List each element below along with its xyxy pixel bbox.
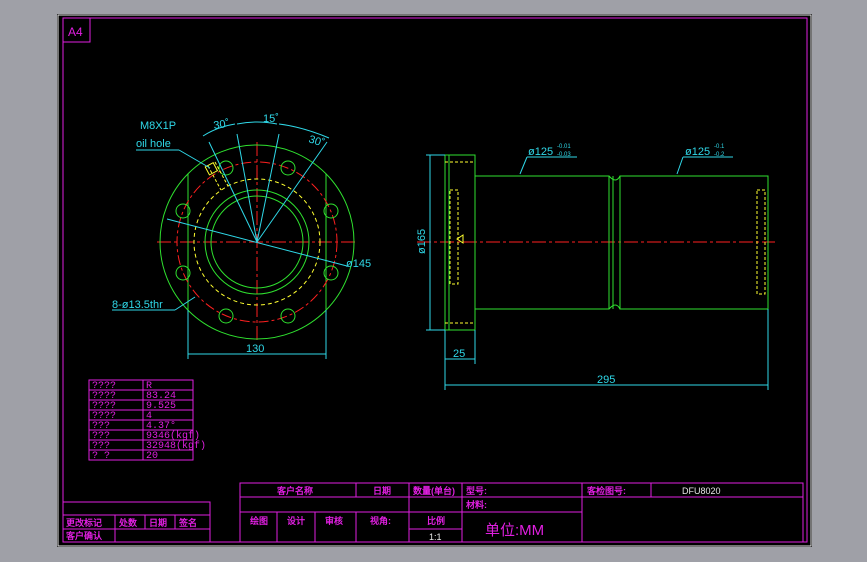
scale-label: 比例 — [427, 515, 445, 526]
material-label: 材料: — [465, 499, 487, 510]
dia-right-label: ø125 — [685, 146, 710, 158]
change-record-label: 更改标记 — [66, 517, 102, 528]
format-label: A4 — [68, 25, 83, 39]
drawing-no-value: DFU8020 — [682, 486, 721, 496]
width-label: 130 — [246, 343, 264, 355]
date2-label: 日期 — [149, 517, 167, 528]
model-label: 型号: — [466, 485, 487, 496]
drawn-label: 绘图 — [250, 515, 268, 526]
dia-left-label: ø125 — [528, 146, 553, 158]
oil-hole-leader — [178, 149, 211, 169]
customer-name-label: 客户名称 — [276, 485, 313, 496]
flange-dia-label: ø165 — [416, 229, 428, 254]
view-angle-label: 视角: — [370, 515, 391, 526]
signature-label: 签名 — [178, 517, 197, 528]
flange-len-label: 25 — [453, 348, 465, 360]
dia-left-tol-lower: -0.03 — [557, 152, 571, 158]
oil-hole-label: oil hole — [136, 138, 171, 150]
quantity-label: 数量(单台) — [413, 485, 455, 496]
angle-ray — [208, 141, 258, 243]
spec-drawing-no-label: 客检图号: — [586, 485, 626, 496]
dia-right-tol-upper: -0.1 — [714, 144, 725, 150]
front-view: 30˚ 15˚ 30˚ M8X1P oil hole ø145 8-ø13.5t… — [112, 113, 371, 359]
bolt-hole — [280, 308, 296, 324]
angle-ray — [236, 133, 258, 243]
angle-left-label: 30˚ — [213, 118, 230, 132]
customer-confirm-label: 客户确认 — [65, 530, 103, 541]
total-len-label: 295 — [597, 374, 615, 386]
scale-value: 1:1 — [429, 532, 442, 542]
drawing-frame — [62, 17, 808, 543]
dia-right-tol-lower: -0.2 — [714, 152, 725, 158]
outer-border — [57, 14, 812, 547]
date-label: 日期 — [373, 485, 391, 496]
thread-label: M8X1P — [140, 120, 176, 132]
drawing-sheet: A4 30˚ 15˚ 30˚ M8X1P oil hole ø145 8-ø13… — [57, 14, 812, 547]
side-view: ø165 ø125 -0.01 -0.03 ø125 -0.1 -0.2 25 … — [416, 144, 775, 390]
spec-key: ? ? — [92, 451, 110, 462]
spec-table: ???? R???? 83.24???? 9.525???? 4??? 4.37°??? 9… — [88, 379, 206, 462]
unit-label: 单位:MM — [485, 522, 544, 539]
title-block: 更改标记 处数 日期 签名 客户确认 客户名称 日期 数量(单台) 型号: 客检… — [62, 482, 804, 543]
division-label: 处数 — [118, 517, 138, 528]
oil-hole — [204, 161, 229, 191]
angle-mid-label: 15˚ — [263, 113, 279, 125]
pcd-label: ø145 — [346, 258, 371, 270]
spec-value: 20 — [146, 451, 158, 462]
cad-drawing: A4 30˚ 15˚ 30˚ M8X1P oil hole ø145 8-ø13… — [57, 14, 812, 547]
dia-left-tol-upper: -0.01 — [557, 144, 571, 150]
holes-label: 8-ø13.5thr — [112, 299, 163, 311]
reviewed-label: 审核 — [325, 515, 343, 526]
designed-label: 设计 — [287, 515, 305, 526]
flange-hidden-bore — [449, 189, 459, 285]
